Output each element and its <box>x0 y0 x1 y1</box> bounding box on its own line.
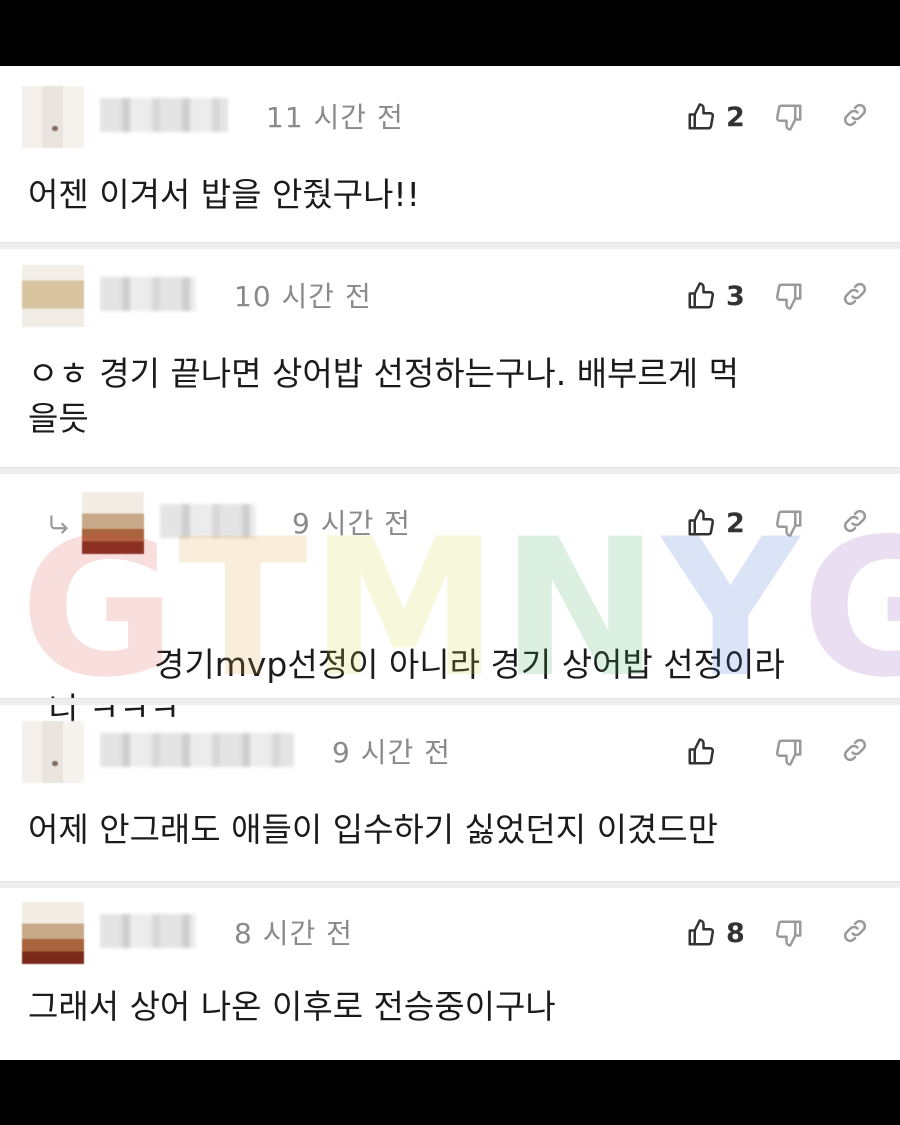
like-count: 3 <box>726 280 745 312</box>
link-icon <box>843 509 867 533</box>
link-button[interactable] <box>840 506 870 540</box>
thumbs-down-icon <box>775 739 802 766</box>
comment-item: 10 시간 전 3 ㅇㅎ 경기 끝나면 상어밥 선정하는구나. 배부르게 먹 을… <box>0 249 900 467</box>
divider <box>0 242 900 249</box>
thumbs-up-icon <box>688 103 715 130</box>
thumbs-down-icon <box>775 104 802 131</box>
comment-text-line2: 을듯 <box>28 399 89 438</box>
comment-item: 8 시간 전 8 그래서 상어 나온 이후로 전승중이구나 <box>0 888 900 1060</box>
link-button[interactable] <box>840 916 870 950</box>
like-button[interactable]: 8 <box>686 918 774 949</box>
comment-actions: 3 <box>686 278 870 314</box>
comment-item: 9 시간 전 어제 안그래도 애들이 입수하기 싫었던지 이겼드만 <box>0 705 900 881</box>
thumbs-up-icon <box>688 738 715 765</box>
dislike-button[interactable] <box>774 508 840 538</box>
dislike-button[interactable] <box>774 737 840 767</box>
comment-actions: 2 <box>686 99 870 135</box>
like-button[interactable]: 3 <box>686 281 774 312</box>
comment-text-line1: 경기mvp선정이 아니라 경기 상어밥 선정이라 <box>154 645 785 684</box>
like-count: 2 <box>726 507 745 539</box>
comment-time: 8 시간 전 <box>234 917 353 950</box>
like-button[interactable]: 2 <box>686 102 774 133</box>
divider <box>0 698 900 705</box>
username-blurred[interactable] <box>160 504 256 538</box>
comment-actions: 2 <box>686 505 870 541</box>
comment-time: 10 시간 전 <box>234 280 372 313</box>
thumbs-down-icon <box>775 510 802 537</box>
thumbs-up-icon <box>688 282 715 309</box>
avatar[interactable] <box>82 492 144 554</box>
comment-actions: 8 <box>686 915 870 951</box>
top-black-bar <box>0 0 900 66</box>
link-icon <box>843 282 867 306</box>
dislike-button[interactable] <box>774 918 840 948</box>
link-icon <box>843 919 867 943</box>
comment-actions <box>686 734 870 770</box>
username-blurred[interactable] <box>100 733 294 767</box>
link-icon <box>843 738 867 762</box>
like-button[interactable] <box>686 737 774 767</box>
username-blurred[interactable] <box>100 914 196 948</box>
like-button[interactable]: 2 <box>686 508 774 539</box>
link-button[interactable] <box>840 735 870 769</box>
thumbs-down-icon <box>775 283 802 310</box>
comment-time: 9 시간 전 <box>292 507 411 540</box>
thumbs-up-icon <box>688 919 715 946</box>
comment-text-line1: ㅇㅎ 경기 끝나면 상어밥 선정하는구나. 배부르게 먹 <box>28 354 739 393</box>
username-blurred[interactable] <box>100 277 196 311</box>
dislike-button[interactable] <box>774 102 840 132</box>
divider <box>0 467 900 474</box>
comment-list: 11 시간 전 2 어젠 이겨서 밥을 안줬구나!! 10 시간 전 3 ㅇㅎ … <box>0 66 900 1060</box>
reply-item: 9 시간 전 2 경기mvp선정이 아니라 경기 상어밥 선정이라 니 ㅋㅋㅋ <box>0 474 900 729</box>
avatar[interactable] <box>22 902 84 964</box>
avatar[interactable] <box>22 265 84 327</box>
thumbs-down-icon <box>775 920 802 947</box>
comment-text: 어제 안그래도 애들이 입수하기 싫었던지 이겼드만 <box>28 810 719 849</box>
like-count: 8 <box>726 917 745 949</box>
like-count: 2 <box>726 101 745 133</box>
comment-text: 어젠 이겨서 밥을 안줬구나!! <box>28 175 420 214</box>
dislike-button[interactable] <box>774 281 840 311</box>
bottom-black-bar <box>0 1060 900 1125</box>
avatar[interactable] <box>22 86 84 148</box>
comment-item: 11 시간 전 2 어젠 이겨서 밥을 안줬구나!! <box>0 66 900 242</box>
username-blurred[interactable] <box>100 98 228 132</box>
divider <box>0 881 900 888</box>
link-button[interactable] <box>840 279 870 313</box>
comment-time: 9 시간 전 <box>332 736 451 769</box>
thumbs-up-icon <box>688 509 715 536</box>
link-button[interactable] <box>840 100 870 134</box>
reply-arrow-icon <box>50 515 68 534</box>
comment-text: 그래서 상어 나온 이후로 전승중이구나 <box>28 987 556 1026</box>
link-icon <box>843 103 867 127</box>
comment-time: 11 시간 전 <box>266 101 404 134</box>
avatar[interactable] <box>22 721 84 783</box>
